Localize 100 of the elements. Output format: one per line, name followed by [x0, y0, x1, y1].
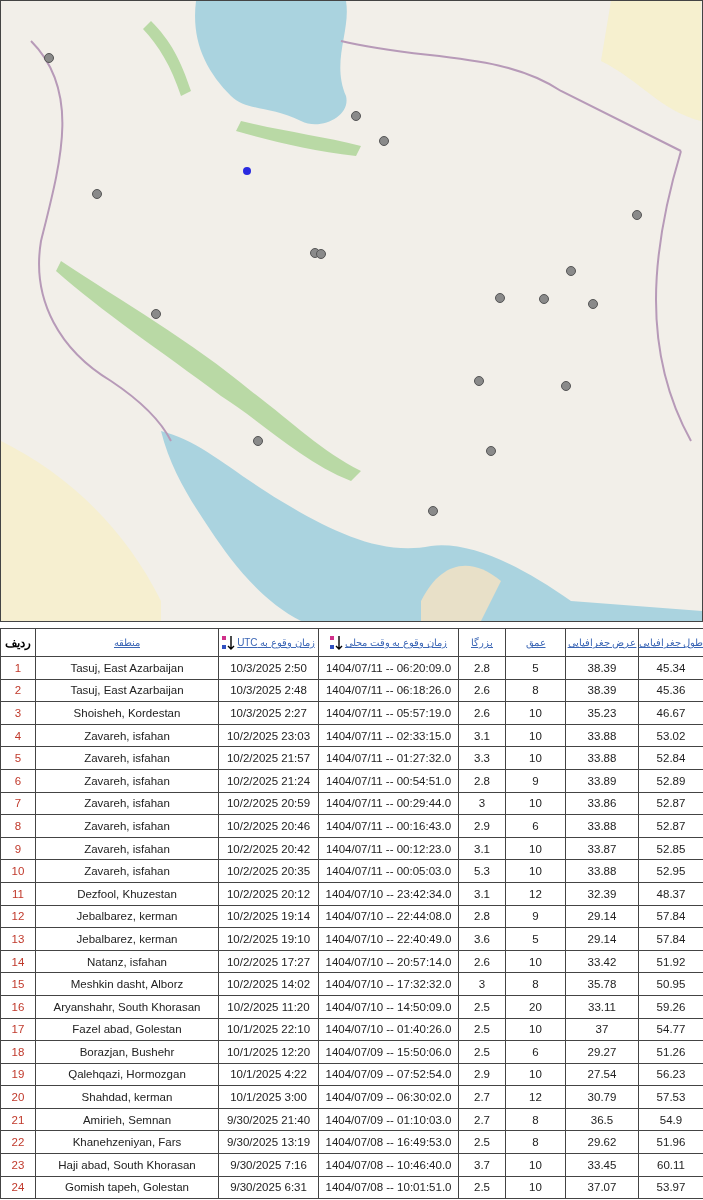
row-number: 19	[11, 1068, 25, 1081]
table-cell-text: 51.92	[656, 955, 686, 968]
table-cell-text: 10	[529, 842, 542, 855]
table-cell-text: 1404/07/11 -- 00:16:43.0	[325, 819, 452, 832]
table-cell-text: 1404/07/11 -- 05:57:19.0	[325, 707, 452, 719]
table-cell-text: 5	[532, 661, 539, 674]
table-cell-text: 20	[529, 1000, 542, 1013]
sort-icon[interactable]	[222, 634, 236, 651]
table-cell-text: 60.11	[657, 1158, 685, 1171]
table-cell-text: 1404/07/10 -- 01:40:26.0	[325, 1023, 452, 1036]
table-cell-text: 10/2/2025 19:14	[226, 910, 311, 923]
row-number: 1	[14, 661, 22, 674]
table-cell-text: 1404/07/08 -- 10:46:40.0	[325, 1158, 452, 1171]
table-cell-text: 45.34	[656, 661, 686, 674]
table-cell-text: 59.26	[656, 1000, 686, 1013]
table-cell-text: 32.39	[587, 887, 617, 900]
table-cell-text: Zavareh, isfahan	[84, 865, 170, 878]
table-cell-text: 27.54	[587, 1068, 617, 1081]
row-number: 23	[11, 1158, 25, 1171]
table-cell-text: 33.88	[587, 752, 617, 765]
table-cell-text: 1404/07/10 -- 22:40:49.0	[325, 932, 452, 945]
table-cell-text: 33.88	[587, 819, 617, 832]
table-cell-text: 5.3	[474, 865, 490, 878]
row-number: 21	[11, 1113, 25, 1126]
table-cell-text: 52.95	[656, 865, 686, 878]
table-cell-text: 1404/07/09 -- 07:52:54.0	[325, 1068, 452, 1081]
table-cell-text: 48.37	[656, 887, 686, 900]
table-cell-text: 10	[529, 1023, 542, 1036]
table-cell-text: 53.02	[656, 729, 686, 742]
row-number: 9	[14, 842, 22, 855]
row-number: 4	[14, 729, 22, 742]
table-cell-text: Natanz, isfahan	[87, 955, 167, 968]
table-cell-text: 35.78	[587, 978, 617, 991]
table-cell-text: Shoisheh, Kordestan	[73, 707, 181, 719]
table-cell-text: 3.6	[474, 932, 490, 945]
table-cell-text: Qalehqazi, Hormozgan	[68, 1068, 186, 1081]
column-header-link[interactable]: عمق	[525, 637, 546, 648]
row-number: 5	[14, 752, 22, 765]
table-cell-text: 30.79	[587, 1091, 617, 1104]
table-cell-text: 10/3/2025 2:27	[230, 707, 307, 719]
row-number: 3	[14, 707, 22, 719]
table-cell-text: Tasuj, East Azarbaijan	[70, 684, 184, 697]
table-cell-text: 57.84	[656, 932, 686, 945]
table-cell-text: 54.77	[656, 1023, 686, 1036]
table-cell-text: 10/2/2025 21:57	[226, 752, 311, 765]
table-cell-text: 52.87	[656, 797, 686, 810]
table-cell-text: 10/2/2025 20:12	[226, 887, 311, 900]
row-number: 11	[12, 887, 24, 900]
table-cell-text: 10	[529, 729, 542, 742]
table-cell-text: Meshkin dasht, Alborz	[70, 978, 184, 991]
table-cell-text: 8	[532, 978, 539, 991]
table-cell-text: 38.39	[587, 661, 617, 674]
table-cell-text: Zavareh, isfahan	[84, 797, 170, 810]
table-cell-text: 45.36	[656, 684, 686, 697]
table-cell-text: 51.96	[656, 1136, 686, 1149]
table-cell-text: Zavareh, isfahan	[84, 774, 170, 787]
table-cell-text: 9	[532, 774, 539, 787]
row-number: 14	[11, 955, 25, 968]
table-cell-text: Jebalbarez, kerman	[76, 910, 178, 923]
table-cell-text: 10/2/2025 14:02	[226, 978, 311, 991]
table-cell-text: 33.11	[588, 1000, 616, 1013]
table-cell-text: Dezfool, Khuzestan	[77, 887, 177, 900]
table-cell-text: 33.42	[587, 955, 617, 968]
table-cell-text: 33.88	[587, 865, 617, 878]
table-cell-text: Zavareh, isfahan	[84, 729, 170, 742]
table-cell-text: 10/1/2025 22:10	[226, 1023, 311, 1036]
table-cell-text: 33.86	[587, 797, 617, 810]
table-cell-text: 37.07	[587, 1181, 617, 1194]
table-cell-text: 1404/07/08 -- 10:01:51.0	[325, 1181, 452, 1194]
table-cell-text: 2.5	[474, 1000, 490, 1013]
table-cell-text: Gomish tapeh, Golestan	[65, 1181, 189, 1194]
row-number: 10	[11, 865, 25, 878]
table-cell-text: Haji abad, South Khorasan	[58, 1158, 196, 1171]
table-cell-text: 2.5	[474, 1181, 490, 1194]
table-cell-text: Tasuj, East Azarbaijan	[70, 661, 184, 674]
table-cell-text: 9/30/2025 21:40	[226, 1113, 311, 1126]
row-number: 24	[11, 1181, 25, 1194]
row-number: 7	[14, 797, 22, 810]
column-header-link[interactable]: منطقه	[114, 637, 140, 648]
table-cell-text: 33.89	[587, 774, 617, 787]
table-cell-text: 10	[529, 707, 542, 719]
row-number: 20	[11, 1091, 25, 1104]
table-cell-text: 33.87	[587, 842, 617, 855]
table-cell-text: 29.27	[587, 1045, 617, 1058]
table-cell-text: 12	[529, 1091, 542, 1104]
column-header-link[interactable]: بزرگا	[471, 637, 493, 648]
table-cell-text: 2.8	[474, 910, 490, 923]
table-cell-text: 1404/07/11 -- 00:29:44.0	[325, 797, 452, 810]
table-cell-text: 10	[529, 1181, 542, 1194]
table-cell-text: 3	[478, 978, 486, 991]
table-cell-text: 9/30/2025 7:16	[230, 1158, 307, 1171]
table-cell-text: 9	[532, 910, 539, 923]
table-cell-text: 29.14	[587, 932, 617, 945]
table-cell-text: 51.26	[656, 1045, 686, 1058]
table-cell-text: 53.97	[656, 1181, 686, 1194]
table-cell-text: Zavareh, isfahan	[84, 752, 170, 765]
table-cell-text: 6	[532, 1045, 539, 1058]
sort-icon[interactable]	[329, 634, 343, 651]
table-cell-text: 2.6	[474, 684, 490, 697]
table-cell-text: 1404/07/09 -- 01:10:03.0	[325, 1113, 452, 1126]
